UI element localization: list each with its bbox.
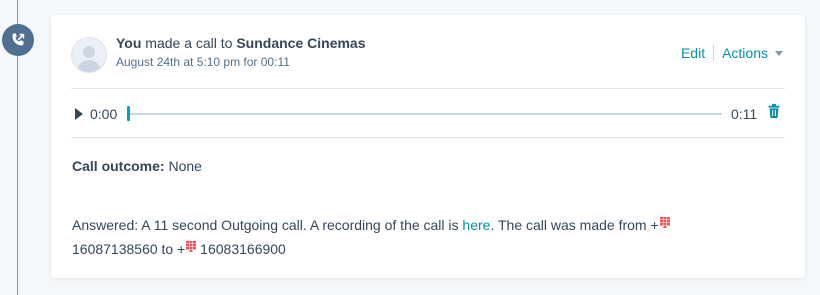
header-divider (71, 88, 785, 89)
call-description: Answered: A 11 second Outgoing call. A r… (72, 213, 712, 261)
call-activity-card: You made a call to Sundance Cinemas Augu… (51, 15, 805, 278)
audio-player: 0:00 0:11 (73, 103, 787, 125)
activity-timestamp: August 24th at 5:10 pm for 00:11 (116, 55, 290, 69)
current-time: 0:00 (90, 106, 118, 122)
to-text: to + (157, 241, 186, 257)
seek-handle[interactable] (127, 106, 130, 121)
call-outcome-value: None (164, 158, 202, 174)
edit-button[interactable]: Edit (681, 45, 705, 61)
recording-link[interactable]: here (462, 217, 490, 233)
country-flag-icon (186, 241, 197, 252)
avatar (71, 37, 107, 73)
contact-name[interactable]: Sundance Cinemas (236, 35, 365, 51)
activity-headline: You made a call to Sundance Cinemas (116, 35, 366, 52)
seek-track[interactable] (128, 113, 722, 115)
call-outcome-label: Call outcome: (72, 158, 165, 174)
country-flag-icon (659, 217, 670, 228)
player-divider (71, 137, 785, 138)
play-icon[interactable] (75, 108, 83, 120)
call-description-text: Answered: A 11 second Outgoing call. A r… (72, 217, 463, 233)
call-from-text: . The call was made from + (490, 217, 659, 233)
action-text: made a call to (141, 35, 237, 51)
chevron-down-icon (775, 50, 783, 56)
call-outcome: Call outcome: None (72, 158, 202, 174)
card-actions: Edit Actions (681, 45, 783, 61)
actions-dropdown[interactable]: Actions (722, 45, 783, 61)
to-number: 16083166900 (196, 241, 286, 257)
actions-label: Actions (722, 45, 768, 61)
avatar-head (83, 46, 95, 58)
actions-divider (713, 45, 715, 61)
avatar-body (77, 60, 101, 72)
actor-name: You (116, 35, 142, 51)
from-number: 16087138560 (72, 241, 158, 257)
phone-outgoing-icon (12, 33, 25, 46)
trash-icon[interactable] (768, 104, 780, 118)
call-activity-badge (2, 24, 34, 56)
total-time: 0:11 (731, 106, 758, 122)
